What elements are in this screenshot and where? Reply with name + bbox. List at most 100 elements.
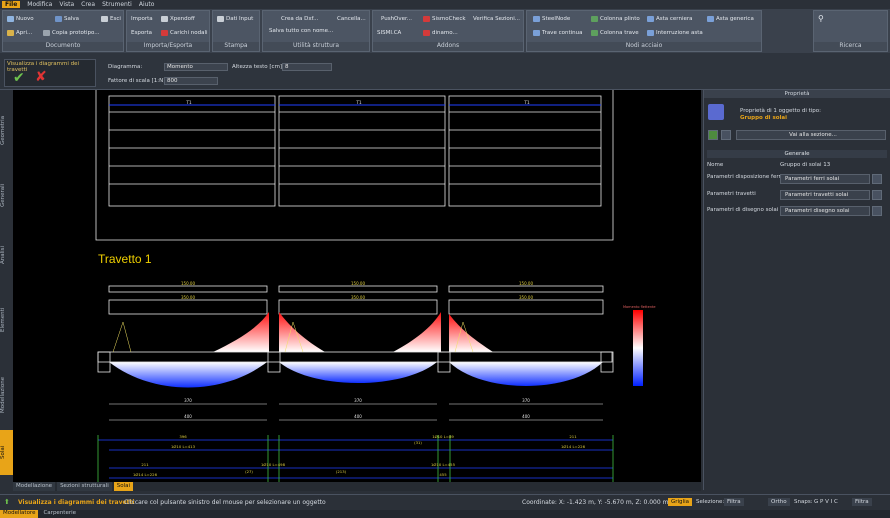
cancel-x-icon[interactable]: ✘ <box>35 69 47 85</box>
prop-label: Parametri disposizione ferri <box>707 174 783 180</box>
edit-disegno-icon[interactable] <box>872 206 882 216</box>
ortho-toggle[interactable]: Ortho <box>768 498 790 506</box>
tab-modellazione-bottom[interactable]: Modellazione <box>13 482 56 491</box>
ribbon-group-importa: Importa Xpendoff Esporta Carichi nodali … <box>126 10 210 52</box>
filtra-button[interactable]: Filtra <box>724 498 744 506</box>
section-generale[interactable]: Generale <box>707 150 887 158</box>
asta-generica-button[interactable]: Asta generica <box>707 16 754 22</box>
prop-value-nome[interactable]: Gruppo di solai 13 <box>780 162 830 168</box>
filtra-snap-button[interactable]: Filtra <box>852 498 872 506</box>
tab-geometria[interactable]: Geometria <box>0 100 13 160</box>
esporta-button[interactable]: Esporta <box>131 30 152 36</box>
dim-label: 370 <box>354 398 362 403</box>
top-label: T1 <box>523 100 530 106</box>
rebar-label: 396 <box>179 434 187 439</box>
salva-button[interactable]: Salva <box>55 16 79 22</box>
dati-input-button[interactable]: Dati Input <box>217 16 253 22</box>
box-lower-label: 350.00 <box>351 295 365 300</box>
trave-continua-button[interactable]: Trave continua <box>533 30 582 36</box>
search-button[interactable]: ⚲ <box>818 14 824 23</box>
fattore-input[interactable]: 800 <box>164 77 218 85</box>
back-arrow-icon[interactable] <box>708 130 718 140</box>
confirm-check-icon[interactable]: ✔ <box>13 70 25 86</box>
dim-label: 400 <box>354 414 362 419</box>
ribbon-group-addons: PushOver... SismoCheck Verifica Sezioni.… <box>372 10 524 52</box>
drawing-svg: T1 T1 T1 Travetto 1 150.00 150.00 150.00… <box>95 90 656 482</box>
search-icon: ⚲ <box>818 14 824 23</box>
xpendoff-button[interactable]: Xpendoff <box>161 16 195 22</box>
menu-strumenti[interactable]: Strumenti <box>102 1 132 8</box>
esci-button[interactable]: Esci <box>101 16 121 22</box>
nuovo-button[interactable]: Nuovo <box>7 16 34 22</box>
apri-button[interactable]: Apri... <box>7 30 32 36</box>
pushover-button[interactable]: PushOver... <box>381 16 412 22</box>
new-file-icon <box>7 16 14 22</box>
save-icon <box>55 16 62 22</box>
dim-label: 370 <box>522 398 530 403</box>
steelnode-button[interactable]: SteelNode <box>533 16 570 22</box>
griglia-toggle[interactable]: Griglia <box>668 498 692 506</box>
verifica-sezioni-button[interactable]: Verifica Sezioni... <box>473 16 520 22</box>
crea-da-dxf-button[interactable]: Crea da Dxf... <box>281 16 318 22</box>
box-upper-label: 150.00 <box>351 281 365 286</box>
snaps-label: Snaps: <box>794 499 813 505</box>
ribbon-group-label: Addons <box>373 42 523 51</box>
menu-vista[interactable]: Vista <box>59 1 74 8</box>
legend-title: Momento flettente <box>623 305 656 309</box>
diagramma-select[interactable]: Momento <box>164 63 228 71</box>
dinamo-button[interactable]: dinamo... <box>423 30 458 36</box>
rebar-label: 211 <box>569 434 577 439</box>
moment-diagram <box>109 312 603 388</box>
altezza-input[interactable]: 8 <box>282 63 332 71</box>
prop-select-disegno[interactable]: Parametri disegno solai <box>780 206 870 216</box>
importa-button[interactable]: Importa <box>131 16 153 22</box>
status-coordinates: Coordinate: X: -1.423 m, Y: -5.670 m, Z:… <box>522 499 669 506</box>
colonna-plinto-button[interactable]: Colonna plinto <box>591 16 640 22</box>
edit-ferri-icon[interactable] <box>872 174 882 184</box>
app-tabs: Modellatore Carpenterie <box>0 510 890 518</box>
menu-crea[interactable]: Crea <box>81 1 95 8</box>
menu-file[interactable]: File <box>2 1 21 8</box>
hinge-icon <box>647 16 654 22</box>
tab-solai-bottom[interactable]: Solai <box>113 482 134 491</box>
prop-label: Nome <box>707 162 724 168</box>
tab-solai[interactable]: Solai <box>0 430 13 475</box>
forward-arrow-icon[interactable] <box>721 130 731 140</box>
menu-modifica[interactable]: Modifica <box>27 1 52 8</box>
tab-analisi[interactable]: Analisi <box>0 230 13 280</box>
copia-prototipo-button[interactable]: Copia prototipo... <box>43 30 100 36</box>
sismica-button[interactable]: SISMI.CA <box>377 30 401 36</box>
ribbon-group-label: Utilità struttura <box>263 42 369 51</box>
tab-modellatore[interactable]: Modellatore <box>0 510 39 518</box>
tab-sezioni-strutturali[interactable]: Sezioni strutturali <box>57 482 112 491</box>
cancella-button[interactable]: Cancella... <box>337 16 366 22</box>
rebar-label: 455 <box>439 472 447 477</box>
goto-section-button[interactable]: Vai alla sezione... <box>736 130 886 140</box>
tab-elementi[interactable]: Elementi <box>0 290 13 350</box>
edit-travetti-icon[interactable] <box>872 190 882 200</box>
box-upper-label: 150.00 <box>181 281 195 286</box>
menu-aiuto[interactable]: Aiuto <box>139 1 155 8</box>
exit-icon <box>101 16 108 22</box>
prop-select-ferri[interactable]: Parametri ferri solai <box>780 174 870 184</box>
asta-cerniera-button[interactable]: Asta cerniera <box>647 16 693 22</box>
salva-con-nome-button[interactable]: Salva tutto con nome... <box>269 28 333 34</box>
drawing-canvas[interactable]: T1 T1 T1 Travetto 1 150.00 150.00 150.00… <box>13 90 701 482</box>
rebar-label: 1Ø10 L=455 <box>431 462 456 467</box>
properties-panel: Proprietà Proprietà di 1 oggetto di tipo… <box>703 90 890 490</box>
ribbon-group-ricerca: ⚲ Ricerca <box>813 10 888 52</box>
snap-letters[interactable]: G P V I C <box>814 499 838 505</box>
colonna-trave-button[interactable]: Colonna trave <box>591 30 639 36</box>
interruzione-asta-button[interactable]: Interruzione asta <box>647 30 703 36</box>
rebar-lines <box>97 435 614 482</box>
dim-label: 400 <box>522 414 530 419</box>
tab-generali[interactable]: Generali <box>0 170 13 220</box>
carichi-nodali-button[interactable]: Carichi nodali <box>161 30 208 36</box>
tab-carpenterie[interactable]: Carpenterie <box>40 510 79 518</box>
break-icon <box>647 30 654 36</box>
bottom-tabs: Modellazione Sezioni strutturali Solai <box>13 482 701 491</box>
tab-modellazione[interactable]: Modellazione <box>0 360 13 430</box>
top-label: T1 <box>355 100 362 106</box>
sismocheck-button[interactable]: SismoCheck <box>423 16 466 22</box>
prop-select-travetti[interactable]: Parametri travetti solai <box>780 190 870 200</box>
